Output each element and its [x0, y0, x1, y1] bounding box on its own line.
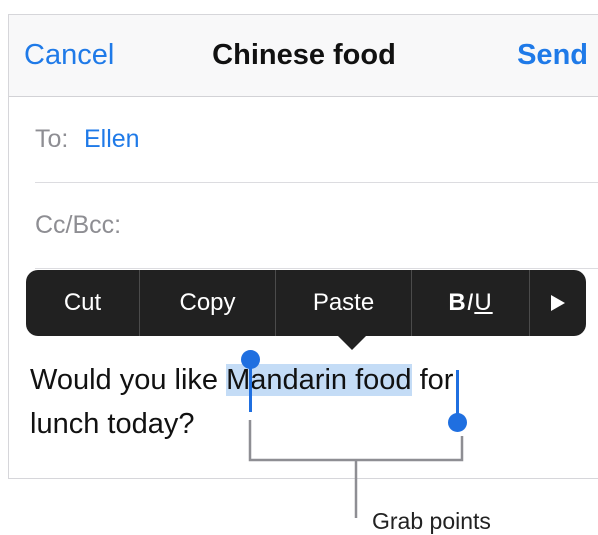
grab-points-label: Grab points: [372, 508, 491, 534]
grab-points-callout-bracket: [248, 420, 464, 518]
